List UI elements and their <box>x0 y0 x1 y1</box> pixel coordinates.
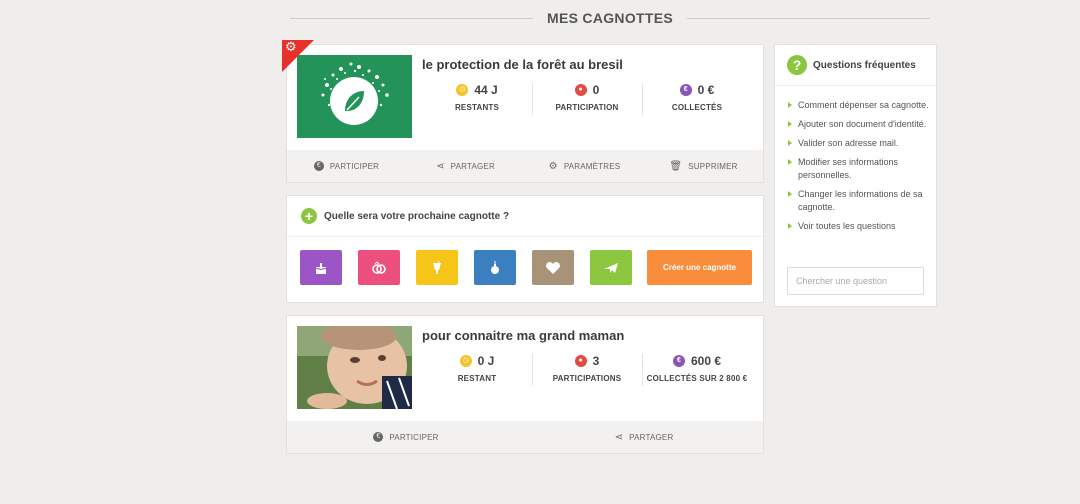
delete-label: SUPPRIMER <box>688 161 738 171</box>
settings-label: PARAMÈTRES <box>563 161 621 171</box>
stat-label: COLLECTÉS SUR 2 800 € <box>646 374 748 383</box>
baby-photo <box>297 326 412 409</box>
heart-icon <box>546 261 560 274</box>
category-list <box>300 250 632 285</box>
pot-card: pour connaitre ma grand maman ◷ 0 J RESTA… <box>286 315 764 454</box>
faq-panel: ? Questions fréquentes Comment dépenser … <box>774 44 937 307</box>
plane-icon <box>604 262 618 273</box>
category-christmas-button[interactable] <box>474 250 516 285</box>
stat-label: RESTANT <box>457 374 497 383</box>
user-icon: ● <box>574 355 587 367</box>
stat-remaining: ◷ 44 J RESTANTS <box>422 81 532 121</box>
faq-item[interactable]: Comment dépenser sa cagnotte. <box>787 99 929 112</box>
pot-actions: € PARTICIPER ⋖ PARTAGER <box>287 421 763 453</box>
next-pot-question: Quelle sera votre prochaine cagnotte ? <box>324 210 510 222</box>
pot-title[interactable]: pour connaitre ma grand maman <box>422 328 624 343</box>
pot-thumbnail[interactable] <box>297 55 412 138</box>
gear-icon: ⚙ <box>285 40 297 54</box>
create-pot-button[interactable]: Créer une cagnotte <box>647 250 752 285</box>
faq-item[interactable]: Ajouter son document d'identité. <box>787 118 929 131</box>
euro-icon: € <box>679 84 692 96</box>
stat-value: 3 <box>592 354 600 368</box>
faq-item[interactable]: Valider son adresse mail. <box>787 137 929 150</box>
title-divider-right <box>687 17 930 19</box>
share-button[interactable]: ⋖ PARTAGER <box>406 161 525 172</box>
category-birthday-button[interactable] <box>300 250 342 285</box>
stat-value: 600 € <box>690 354 722 368</box>
trash-icon: 🗑 <box>669 160 683 172</box>
stat-collected: €600 € COLLECTÉS SUR 2 800 € <box>642 352 752 392</box>
stat-label: PARTICIPATION <box>555 103 619 112</box>
title-divider-left <box>290 17 533 19</box>
stat-participation: ● 3 PARTICIPATIONS <box>532 352 642 392</box>
divider <box>287 236 763 237</box>
participate-icon: € <box>373 432 384 442</box>
page-title-bar: MES CAGNOTTES <box>290 8 930 28</box>
stat-label: RESTANTS <box>454 103 500 112</box>
question-icon: ? <box>787 55 807 75</box>
leaf-illustration <box>321 62 389 125</box>
gear-icon: ⚙ <box>548 160 558 172</box>
share-button[interactable]: ⋖ PARTAGER <box>525 432 763 443</box>
pot-thumbnail[interactable] <box>297 326 412 409</box>
participate-button[interactable]: € PARTICIPER <box>287 161 406 171</box>
category-wedding-button[interactable] <box>358 250 400 285</box>
share-icon: ⋖ <box>436 160 445 172</box>
pot-actions: € PARTICIPER ⋖ PARTAGER ⚙ PARAMÈTRES 🗑 SUPPR… <box>287 150 763 182</box>
clock-icon: ◷ <box>456 84 469 96</box>
stat-value: 0 <box>592 83 600 97</box>
faq-item-all[interactable]: Voir toutes les questions <box>787 220 929 233</box>
settings-corner-badge[interactable]: ⚙ <box>282 40 314 72</box>
stat-collected: €0 € COLLECTÉS <box>642 81 752 121</box>
drink-icon <box>433 260 441 274</box>
ornament-icon <box>491 260 499 274</box>
participate-icon: € <box>313 161 324 171</box>
stat-remaining: ◷ 0 J RESTANT <box>422 352 532 392</box>
faq-item[interactable]: Modifier ses informations personnelles. <box>787 156 929 182</box>
stat-value: 0 € <box>697 83 715 97</box>
stat-label: COLLECTÉS <box>671 103 723 112</box>
stat-label: PARTICIPATIONS <box>552 374 622 383</box>
euro-icon: € <box>672 355 685 367</box>
next-pot-card: + Quelle sera votre prochaine cagnotte ?… <box>286 195 764 303</box>
stat-participation: ● 0 PARTICIPATION <box>532 81 642 121</box>
page-title: MES CAGNOTTES <box>546 10 674 26</box>
pot-card: ⚙ le protection de la forêt au bresil ◷ 4… <box>282 40 764 183</box>
stat-value: 0 J <box>477 354 495 368</box>
faq-search-input[interactable] <box>787 267 924 295</box>
pot-stats: ◷ 0 J RESTANT ● 3 PARTICIPATIONS €600 € CO… <box>422 352 752 392</box>
cake-icon <box>315 262 327 274</box>
pot-stats: ◷ 44 J RESTANTS ● 0 PARTICIPATION €0 € COL… <box>422 81 752 121</box>
participate-button[interactable]: € PARTICIPER <box>287 432 525 442</box>
settings-button[interactable]: ⚙ PARAMÈTRES <box>525 161 644 172</box>
category-love-button[interactable] <box>532 250 574 285</box>
share-label: PARTAGER <box>450 161 495 171</box>
share-label: PARTAGER <box>629 432 674 442</box>
faq-item[interactable]: Changer les informations de sa cagnotte. <box>787 188 929 214</box>
next-pot-header: + Quelle sera votre prochaine cagnotte ? <box>301 208 509 224</box>
delete-button[interactable]: 🗑 SUPPRIMER <box>644 161 763 172</box>
faq-header: ? Questions fréquentes <box>787 55 916 75</box>
participate-label: PARTICIPER <box>329 161 380 171</box>
category-party-button[interactable] <box>416 250 458 285</box>
user-icon: ● <box>574 84 587 96</box>
plus-icon: + <box>301 208 317 224</box>
pot-title[interactable]: le protection de la forêt au bresil <box>422 57 623 72</box>
stat-value: 44 J <box>474 83 498 97</box>
divider <box>775 85 936 86</box>
category-travel-button[interactable] <box>590 250 632 285</box>
rings-icon <box>372 260 386 274</box>
faq-title: Questions fréquentes <box>813 59 916 71</box>
faq-list: Comment dépenser sa cagnotte. Ajouter so… <box>787 99 929 239</box>
participate-label: PARTICIPER <box>389 432 439 442</box>
clock-icon: ◷ <box>459 355 472 367</box>
share-icon: ⋖ <box>614 431 624 443</box>
